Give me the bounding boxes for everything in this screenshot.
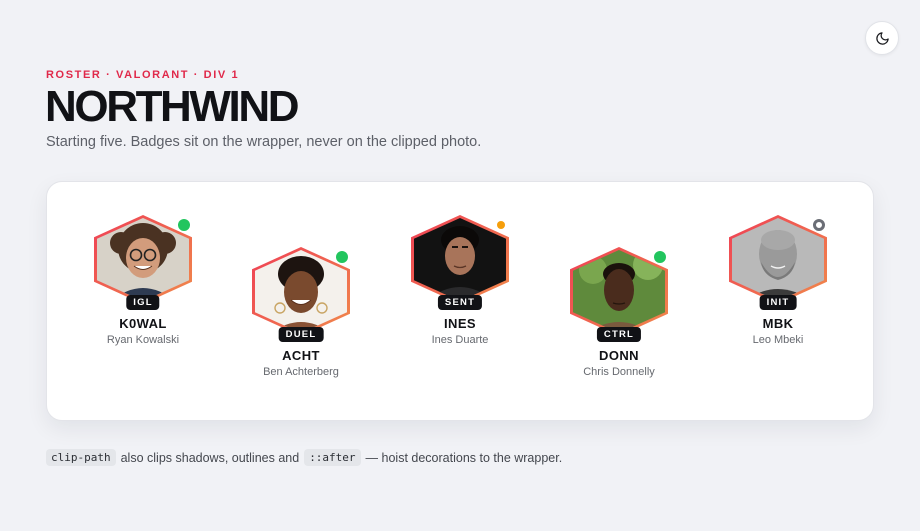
- avatar-wrapper: SENT: [411, 215, 509, 310]
- footnote: clip-path also clips shadows, outlines a…: [46, 449, 562, 466]
- status-dot-offline: [813, 219, 825, 231]
- footnote-text-2: — hoist decorations to the wrapper.: [365, 450, 563, 465]
- player-card[interactable]: SENT INES Ines Duarte: [390, 215, 530, 346]
- player-name: Ryan Kowalski: [106, 334, 180, 346]
- player-tag: MBK: [762, 316, 794, 331]
- avatar-wrapper: DUEL: [252, 247, 350, 342]
- page-title: NORTHWIND: [45, 82, 300, 131]
- player-card[interactable]: DUEL ACHT Ben Achterberg: [231, 247, 371, 378]
- player-tag: INES: [444, 316, 476, 331]
- player-name: Ines Duarte: [431, 334, 489, 346]
- status-dot-online: [178, 219, 190, 231]
- player-name: Ben Achterberg: [263, 366, 339, 378]
- page-subtitle: Starting five. Badges sit on the wrapper…: [46, 134, 482, 150]
- avatar-wrapper: INIT: [729, 215, 827, 310]
- player-name: Leo Mbeki: [752, 334, 804, 346]
- role-badge: SENT: [437, 295, 483, 310]
- avatar-wrapper: IGL: [94, 215, 192, 310]
- footnote-text-1: also clips shadows, outlines and: [120, 450, 300, 465]
- role-badge: IGL: [126, 295, 160, 310]
- footnote-code-clip-path: clip-path: [46, 449, 116, 466]
- player-tag: ACHT: [282, 348, 320, 363]
- status-dot-online: [336, 251, 348, 263]
- player-tag: K0WAL: [119, 316, 167, 331]
- role-badge: DUEL: [278, 327, 324, 342]
- player-card[interactable]: INIT MBK Leo Mbeki: [708, 215, 848, 346]
- status-dot-online: [654, 251, 666, 263]
- player-card[interactable]: CTRL DONN Chris Donnelly: [549, 247, 689, 378]
- role-badge: INIT: [759, 295, 797, 310]
- role-badge: CTRL: [596, 327, 642, 342]
- page-eyebrow: ROSTER · VALORANT · DIV 1: [46, 69, 240, 81]
- moon-icon: [875, 31, 889, 45]
- status-dot-away: [497, 221, 505, 229]
- roster-card: IGL K0WAL Ryan Kowalski DUEL ACHT Ben Ac…: [46, 181, 874, 421]
- player-card[interactable]: IGL K0WAL Ryan Kowalski: [73, 215, 213, 346]
- footnote-code-after: ::after: [304, 449, 361, 466]
- player-name: Chris Donnelly: [583, 366, 655, 378]
- theme-toggle-button[interactable]: [865, 21, 899, 55]
- avatar-wrapper: CTRL: [570, 247, 668, 342]
- player-tag: DONN: [599, 348, 639, 363]
